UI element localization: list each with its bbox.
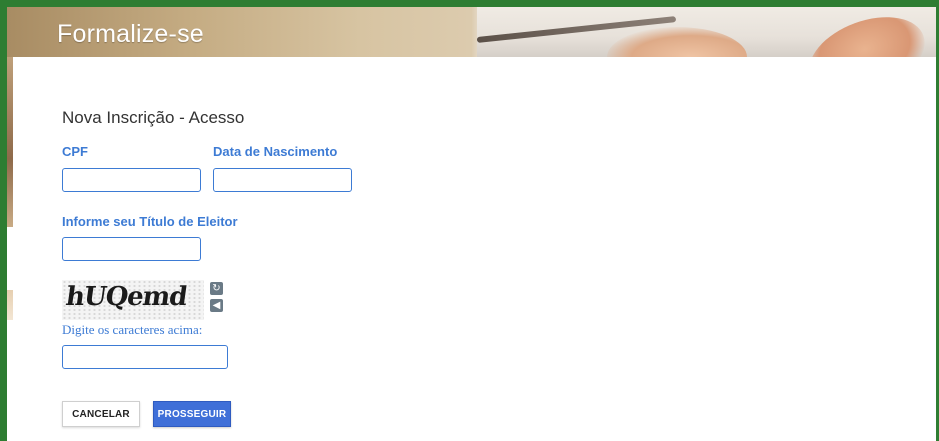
page-title: Formalize-se — [57, 20, 204, 48]
birth-date-label: Data de Nascimento — [213, 144, 338, 159]
background-strip-lower — [7, 290, 13, 320]
audio-icon[interactable]: ◀ — [210, 299, 223, 312]
section-title: Nova Inscrição - Acesso — [62, 108, 245, 127]
cpf-label: CPF — [62, 144, 88, 159]
captcha-text: hUQemd — [63, 282, 189, 312]
captcha-input[interactable] — [62, 345, 228, 369]
captcha-hint: Digite os caracteres acima: — [62, 322, 203, 337]
cancel-button[interactable]: CANCELAR — [62, 401, 140, 427]
background-strip — [7, 57, 13, 227]
header-banner: Formalize-se — [7, 7, 936, 57]
proceed-button[interactable]: PROSSEGUIR — [153, 401, 231, 427]
captcha-image: hUQemd — [62, 280, 204, 320]
voter-id-input[interactable] — [62, 237, 201, 261]
cpf-input[interactable] — [62, 168, 201, 192]
refresh-icon[interactable]: ↻ — [210, 282, 223, 295]
voter-id-label: Informe seu Título de Eleitor — [62, 214, 238, 229]
birth-date-input[interactable] — [213, 168, 352, 192]
